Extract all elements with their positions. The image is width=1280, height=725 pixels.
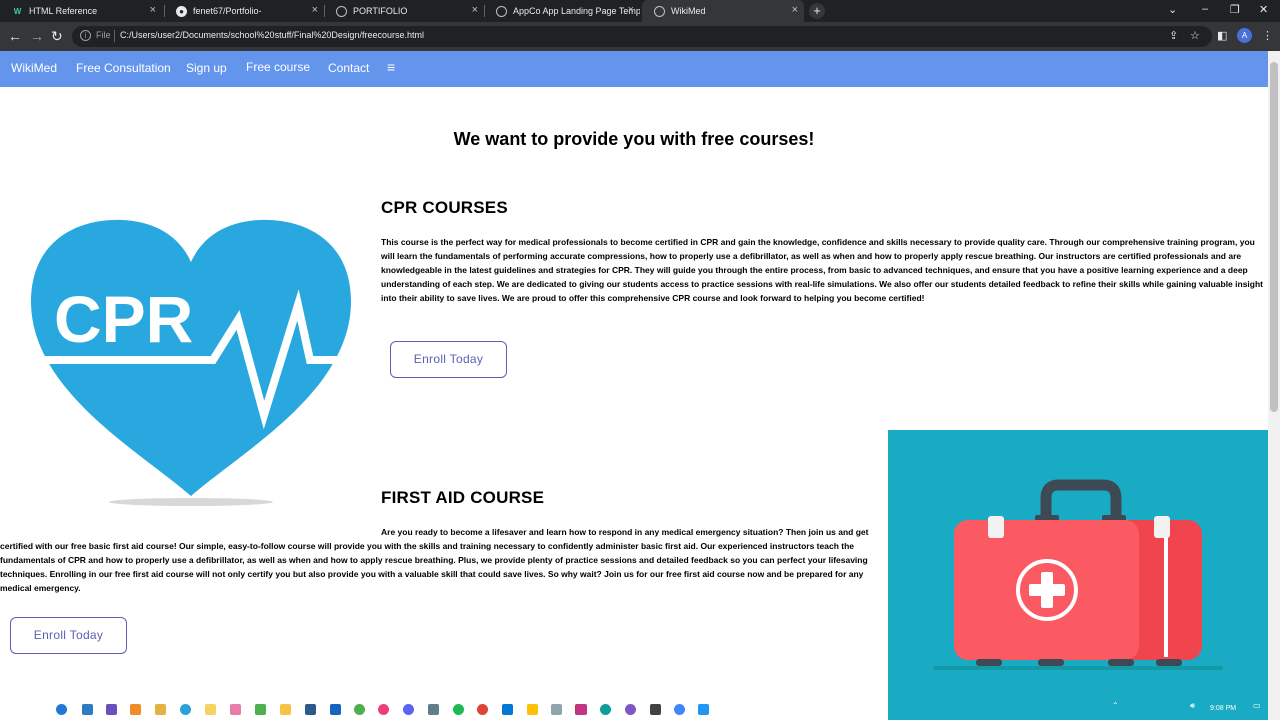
first-aid-enroll-button[interactable]: Enroll Today [10, 617, 127, 654]
volume-icon[interactable]: 🔊︎ [1190, 701, 1195, 711]
notion-icon[interactable] [650, 704, 661, 715]
sticky-notes-icon[interactable] [205, 704, 216, 715]
chrome-profile-icon[interactable] [674, 704, 685, 715]
chevron-up-icon[interactable]: ⌃ [1112, 701, 1119, 710]
tab-html-reference[interactable]: W HTML Reference × [0, 0, 162, 22]
tab-appco[interactable]: AppCo App Landing Page Temp × [484, 0, 640, 22]
browser-tab-strip: W HTML Reference × ● fenet67/Portfolio- … [0, 0, 1280, 22]
new-tab-button[interactable]: + [809, 3, 825, 19]
github-icon: ● [176, 5, 187, 17]
nav-contact[interactable]: Contact [328, 61, 369, 75]
nav-free-consultation[interactable]: Free Consultation [76, 61, 171, 75]
edge-icon[interactable] [600, 704, 611, 715]
browser-toolbar: ← → ↻ i File C:/Users/user2/Documents/sc… [0, 22, 1280, 51]
office-icon[interactable] [130, 704, 141, 715]
cpr-heart-image: CPR [28, 219, 354, 506]
chrome-icon[interactable] [477, 704, 488, 715]
calendar-icon[interactable] [551, 704, 562, 715]
vscode-icon[interactable] [502, 704, 513, 715]
close-icon[interactable]: × [150, 5, 156, 16]
cpr-section-title: CPR COURSES [381, 198, 508, 217]
cpr-logo-text: CPR [54, 282, 193, 356]
globe-icon [496, 5, 507, 17]
site-navbar: WikiMed Free Consultation Sign up Free c… [0, 51, 1268, 87]
telegram-icon[interactable] [180, 704, 191, 715]
close-icon[interactable]: × [312, 5, 318, 16]
back-icon[interactable]: ← [8, 28, 22, 44]
divider [114, 30, 115, 42]
cpr-description: This course is the perfect way for medic… [381, 237, 1264, 303]
close-icon[interactable]: × [628, 5, 634, 16]
minimize-button[interactable]: – [1202, 3, 1208, 15]
restore-button[interactable]: ❐ [1230, 3, 1240, 16]
first-aid-kit-icon [933, 479, 1223, 670]
share-icon[interactable]: ⇪ [1169, 29, 1178, 42]
store-icon[interactable] [106, 704, 117, 715]
w-icon: W [13, 6, 22, 16]
tab-title: PORTIFOLIO [353, 6, 408, 16]
more-menu-icon[interactable]: ⋮ [1262, 29, 1273, 42]
tab-title: fenet67/Portfolio- [193, 6, 262, 16]
tab-title: AppCo App Landing Page Temp [512, 6, 640, 16]
side-panel-icon[interactable]: ◧ [1217, 29, 1227, 42]
tab-wikimed[interactable]: WikiMed × [642, 0, 804, 22]
instagram-icon[interactable] [576, 704, 587, 715]
close-icon[interactable]: × [472, 5, 478, 16]
tools-icon[interactable] [378, 704, 389, 715]
scheme-label: File [96, 30, 111, 40]
bookmark-star-icon[interactable]: ☆ [1190, 29, 1200, 42]
tab-title: WikiMed [671, 6, 706, 16]
first-aid-kit-image [888, 430, 1268, 720]
url-text[interactable]: C:/Users/user2/Documents/school%20stuff/… [120, 30, 424, 40]
tor-icon[interactable] [625, 704, 636, 715]
hamburger-menu-icon[interactable]: ≡ [387, 59, 395, 75]
page-title: We want to provide you with free courses… [453, 129, 815, 149]
start-icon[interactable] [56, 704, 67, 715]
nav-sign-up[interactable]: Sign up [186, 61, 227, 75]
tab-github-portfolio[interactable]: ● fenet67/Portfolio- × [164, 0, 324, 22]
shield-icon[interactable] [698, 704, 709, 715]
app-icon[interactable] [330, 704, 341, 715]
discord-icon[interactable] [403, 704, 414, 715]
first-aid-description: Are you ready to become a lifesaver and … [0, 527, 869, 593]
heart-shadow [109, 498, 273, 506]
globe-icon [336, 5, 347, 17]
profile-avatar[interactable]: A [1237, 28, 1252, 43]
android-icon[interactable] [255, 704, 266, 715]
reload-icon[interactable]: ↻ [51, 28, 63, 44]
folder-icon[interactable] [280, 704, 291, 715]
mail-icon[interactable] [82, 704, 93, 715]
clock[interactable]: 9:08 PM [1210, 705, 1236, 712]
scrollbar-thumb[interactable] [1270, 62, 1278, 412]
tab-portifolio[interactable]: PORTIFOLIO × [324, 0, 484, 22]
nav-free-course[interactable]: Free course [246, 60, 310, 74]
terminal-icon[interactable] [305, 704, 316, 715]
close-window-button[interactable]: ✕ [1259, 3, 1268, 16]
spotify-icon[interactable] [453, 704, 464, 715]
paint-icon[interactable] [230, 704, 241, 715]
address-bar[interactable]: i File C:/Users/user2/Documents/school%2… [72, 26, 1212, 47]
chrome-alt-icon[interactable] [354, 704, 365, 715]
info-icon[interactable]: i [80, 30, 91, 41]
nav-brand[interactable]: WikiMed [11, 61, 57, 75]
first-aid-section-title: FIRST AID COURSE [381, 488, 545, 507]
tab-search-icon[interactable]: ⌄ [1168, 3, 1177, 16]
photos-icon[interactable] [155, 704, 166, 715]
globe-icon [654, 5, 665, 17]
checklist-icon[interactable] [428, 704, 439, 715]
notes-icon[interactable] [527, 704, 538, 715]
tab-title: HTML Reference [29, 6, 98, 16]
notification-icon[interactable]: ▭ [1253, 701, 1261, 710]
close-icon[interactable]: × [792, 5, 798, 16]
taskbar [0, 700, 888, 720]
cpr-enroll-button[interactable]: Enroll Today [390, 341, 507, 378]
forward-icon[interactable]: → [30, 28, 44, 44]
